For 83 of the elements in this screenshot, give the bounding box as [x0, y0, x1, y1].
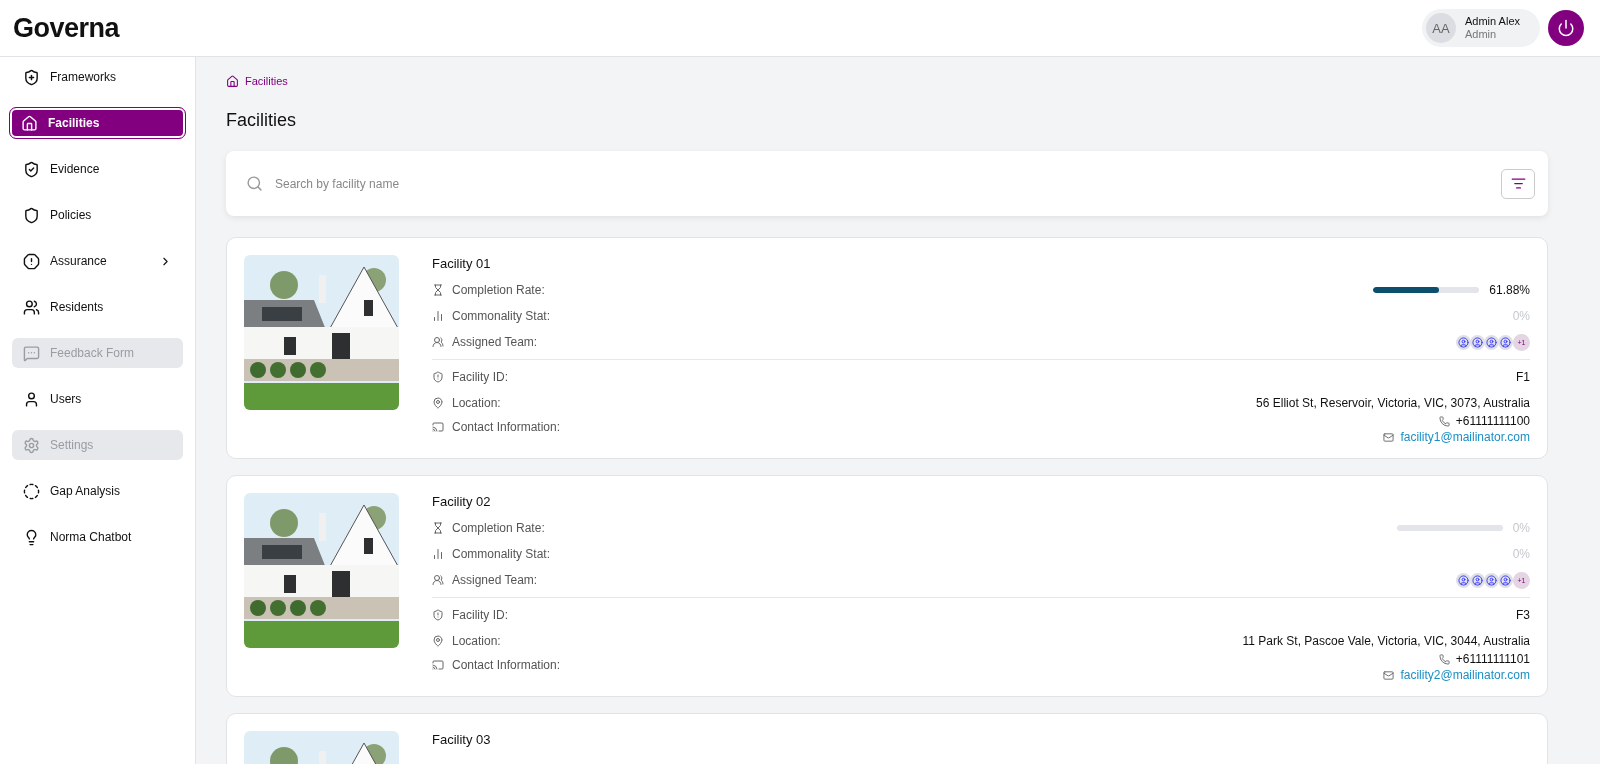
hourglass-icon: [432, 522, 444, 534]
team-avatar: [1484, 572, 1499, 588]
sidebar-item[interactable]: Facilities: [10, 108, 185, 138]
field-label: Completion Rate:: [452, 521, 545, 535]
breadcrumb-link[interactable]: Facilities: [245, 75, 288, 87]
facility-id: F3: [1516, 608, 1530, 622]
search-icon: [246, 175, 263, 192]
user-avatar: AA: [1425, 13, 1456, 43]
field-label: Assigned Team:: [452, 573, 538, 587]
team-avatar: [1484, 334, 1499, 350]
sidebar-item[interactable]: Residents: [12, 292, 183, 322]
filter-button[interactable]: [1501, 168, 1535, 199]
user-name: Admin Alex: [1464, 15, 1520, 28]
bar-chart-icon: [432, 548, 444, 560]
phone-icon: [1438, 415, 1450, 427]
user-profile[interactable]: AA Admin Alex Admin: [1421, 9, 1540, 47]
shield-check-icon: [23, 160, 40, 178]
email-link[interactable]: facility1@mailinator.com: [1400, 430, 1530, 444]
sidebar-item[interactable]: Gap Analysis: [12, 476, 183, 506]
octagon-alert-icon: [23, 252, 40, 270]
sidebar-item[interactable]: Frameworks: [12, 62, 183, 92]
page-title: Facilities: [226, 110, 297, 131]
user-role: Admin: [1464, 28, 1498, 41]
shield-plus-icon: [23, 68, 40, 86]
field-label: Commonality Stat:: [452, 309, 551, 323]
facility-card[interactable]: [226, 475, 1548, 697]
hourglass-icon: [432, 284, 444, 296]
cast-icon: [432, 421, 444, 433]
sidebar-item[interactable]: Assurance: [12, 246, 183, 276]
power-icon: [1557, 19, 1575, 37]
dashed-circle-icon: [23, 482, 40, 500]
team-avatar: [1456, 572, 1471, 588]
sidebar-item[interactable]: Norma Chatbot: [12, 522, 183, 552]
facility-name: Facility 02: [432, 494, 492, 509]
team-icon: [432, 574, 444, 586]
facility-name: Facility 03: [432, 732, 492, 747]
cast-icon: [432, 659, 444, 671]
sidebar-item[interactable]: Evidence: [12, 154, 183, 184]
field-label: Commonality Stat:: [452, 547, 551, 561]
facility-location: 11 Park St, Pascoe Vale, Victoria, VIC, 3044, Australia: [1242, 634, 1530, 648]
field-label: Completion Rate:: [452, 283, 545, 297]
team-icon: [432, 336, 444, 348]
field-label: Assigned Team:: [452, 335, 538, 349]
facility-location: 56 Elliot St, Reservoir, Victoria, VIC, 3073, Australia: [1256, 396, 1530, 410]
users-icon: [23, 298, 40, 316]
field-label: Contact Information:: [452, 420, 561, 434]
team-avatar: [1498, 334, 1513, 350]
house-icon: [21, 114, 38, 132]
user-icon: [23, 390, 40, 408]
shield-alert-icon: [432, 371, 444, 383]
team-avatar: [1470, 334, 1485, 350]
field-label: Location:: [452, 396, 501, 410]
chat-icon: [23, 344, 40, 362]
bar-chart-icon: [432, 310, 444, 322]
mail-icon: [1383, 669, 1395, 681]
search-field[interactable]: Search by facility name: [273, 175, 1491, 192]
map-pin-icon: [432, 635, 444, 647]
completion-value: 61.88%: [1489, 283, 1530, 297]
field-label: Facility ID:: [452, 370, 508, 384]
team-avatar: [1456, 334, 1471, 350]
facility-name: Facility 01: [432, 256, 492, 271]
shield-alert-icon: [432, 609, 444, 621]
phone-number: +61111111101: [1455, 652, 1530, 666]
field-label: Location:: [452, 634, 501, 648]
sidebar-item[interactable]: Users: [12, 384, 183, 414]
facility-card[interactable]: Facility 03: [226, 713, 1548, 764]
mail-icon: [1383, 431, 1395, 443]
settings-icon: [23, 436, 40, 454]
facility-id: F1: [1516, 370, 1530, 384]
power-button[interactable]: [1548, 10, 1584, 46]
email-link[interactable]: facility2@mailinator.com: [1400, 668, 1530, 682]
field-label: Contact Information:: [452, 658, 561, 672]
sidebar-item[interactable]: Policies: [12, 200, 183, 230]
map-pin-icon: [432, 397, 444, 409]
phone-number: +61111111100: [1455, 414, 1530, 428]
logo: Governa: [13, 12, 120, 44]
team-avatar: [1498, 572, 1513, 588]
team-avatar: [1470, 572, 1485, 588]
phone-icon: [1438, 653, 1450, 665]
field-label: Facility ID:: [452, 608, 508, 622]
filter-icon: [1510, 176, 1526, 191]
facility-card[interactable]: [226, 237, 1548, 459]
house-icon: [226, 74, 239, 88]
